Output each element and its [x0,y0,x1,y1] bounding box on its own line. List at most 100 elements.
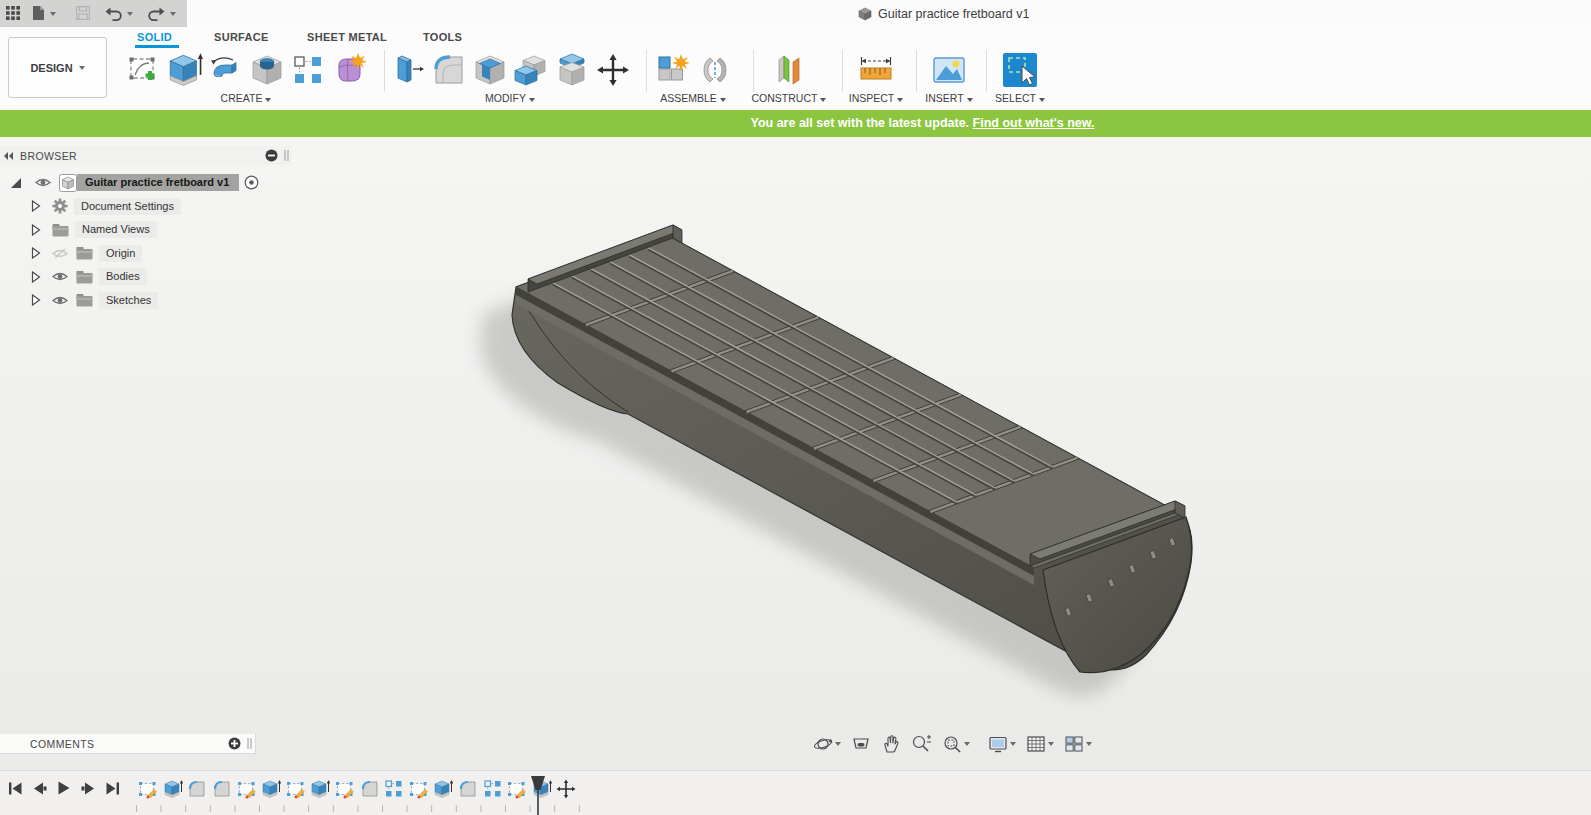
play-button[interactable] [56,780,72,796]
browser-item-document-settings[interactable]: Document Settings [0,195,292,219]
split-body-button[interactable] [551,48,592,92]
group-label-create[interactable]: CREATE [123,92,369,104]
timeline-feature-move[interactable] [554,777,579,800]
timeline-feature-fillet[interactable] [456,777,481,800]
fillet-button[interactable] [428,48,469,92]
display-settings-caret[interactable] [1010,742,1016,746]
select-button[interactable] [998,48,1042,92]
fretboard-model[interactable] [450,170,1230,730]
visibility-eye-icon[interactable] [35,177,51,188]
go-to-start-button[interactable] [8,781,23,796]
banner-link[interactable]: Find out what's new. [973,116,1095,130]
extrude-button[interactable] [164,48,205,92]
insert-image-button[interactable] [927,48,971,92]
measure-button[interactable] [854,48,898,92]
expand-arrow-icon[interactable] [31,294,41,306]
browser-item-bodies[interactable]: Bodies [0,265,292,289]
browser-root-row[interactable]: Guitar practice fretboard v1 [0,171,292,195]
tab-tools[interactable]: TOOLS [423,31,462,43]
expand-arrow-expanded-icon[interactable] [9,176,22,189]
construction-plane-button[interactable] [767,48,811,92]
file-menu-caret[interactable] [50,12,56,16]
visibility-eye-icon[interactable] [52,271,68,282]
joint-button[interactable] [693,48,736,92]
timeline-feature-sketch[interactable] [136,777,161,800]
app-grid-icon[interactable] [6,6,21,21]
pan-tool[interactable] [878,734,904,754]
fit-tool[interactable] [939,734,973,754]
create-form-button[interactable] [328,48,369,92]
viewports-caret[interactable] [1086,742,1092,746]
grid-display-tool[interactable] [1023,734,1057,754]
timeline-feature-extrude[interactable] [431,777,456,800]
timeline-feature-extrude[interactable] [308,777,333,800]
shell-button[interactable] [469,48,510,92]
timeline-feature-sketch[interactable] [407,777,432,800]
display-settings-tool[interactable] [985,734,1019,754]
timeline-feature-pattern[interactable] [480,777,505,800]
move-button[interactable] [592,48,633,92]
timeline-feature-fillet[interactable] [357,777,382,800]
panel-resize-handle[interactable] [247,738,252,749]
group-label-modify[interactable]: MODIFY [387,92,633,104]
group-label-construct[interactable]: CONSTRUCT [745,92,833,104]
orbit-caret[interactable] [835,742,841,746]
tab-sheet-metal[interactable]: SHEET METAL [307,31,387,43]
timeline-feature-fillet[interactable] [210,777,235,800]
timeline-feature-fillet[interactable] [185,777,210,800]
grid-display-caret[interactable] [1048,742,1054,746]
undo-icon[interactable] [105,6,122,21]
panel-expand-icon[interactable] [228,737,241,750]
step-back-button[interactable] [32,781,47,796]
fit-caret[interactable] [964,742,970,746]
browser-item-sketches[interactable]: Sketches [0,289,292,313]
timeline-feature-sketch[interactable] [234,777,259,800]
tab-solid[interactable]: SOLID [137,31,172,43]
new-component-button[interactable] [650,48,693,92]
group-label-select[interactable]: SELECT [984,92,1056,104]
comments-header[interactable]: COMMENTS [0,734,255,753]
browser-header[interactable]: BROWSER [0,146,292,165]
group-label-inspect[interactable]: INSPECT [840,92,912,104]
undo-menu-caret[interactable] [127,12,133,16]
tab-surface[interactable]: SURFACE [214,31,269,43]
zoom-tool[interactable] [908,734,935,754]
save-icon[interactable] [76,6,90,20]
revolve-button[interactable] [205,48,246,92]
expand-arrow-icon[interactable] [31,271,41,283]
press-pull-button[interactable] [387,48,428,92]
timeline-feature-extrude[interactable] [161,777,186,800]
redo-icon[interactable] [148,6,165,21]
visibility-eye-hidden-icon[interactable] [52,248,68,259]
create-sketch-button[interactable] [123,48,164,92]
look-at-tool[interactable] [848,734,874,754]
viewports-tool[interactable] [1061,734,1095,754]
timeline-playhead[interactable] [530,776,546,815]
timeline-feature-sketch[interactable] [333,777,358,800]
file-icon[interactable] [33,6,45,20]
expand-arrow-icon[interactable] [31,247,41,259]
group-label-assemble[interactable]: ASSEMBLE [650,92,736,104]
combine-button[interactable] [510,48,551,92]
step-forward-button[interactable] [81,781,96,796]
redo-menu-caret[interactable] [170,12,176,16]
design-workspace-button[interactable]: DESIGN [8,37,107,98]
timeline-feature-sketch[interactable] [284,777,309,800]
viewport-canvas[interactable]: BROWSER Guitar practice fret [0,137,1591,815]
orbit-tool[interactable] [810,734,844,754]
visibility-eye-icon[interactable] [52,295,68,306]
timeline-feature-extrude[interactable] [259,777,284,800]
browser-root-label[interactable]: Guitar practice fretboard v1 [77,174,239,191]
panel-minimize-icon[interactable] [265,149,278,162]
hole-button[interactable] [246,48,287,92]
group-label-insert[interactable]: INSERT [913,92,985,104]
rectangular-pattern-button[interactable] [287,48,328,92]
timeline-feature-sketch[interactable] [505,777,530,800]
browser-item-origin[interactable]: Origin [0,242,292,266]
panel-resize-handle[interactable] [284,150,289,161]
browser-item-named-views[interactable]: Named Views [0,218,292,242]
collapse-panel-icon[interactable] [4,152,14,160]
expand-arrow-icon[interactable] [31,200,41,212]
go-to-end-button[interactable] [105,781,120,796]
expand-arrow-icon[interactable] [31,224,41,236]
